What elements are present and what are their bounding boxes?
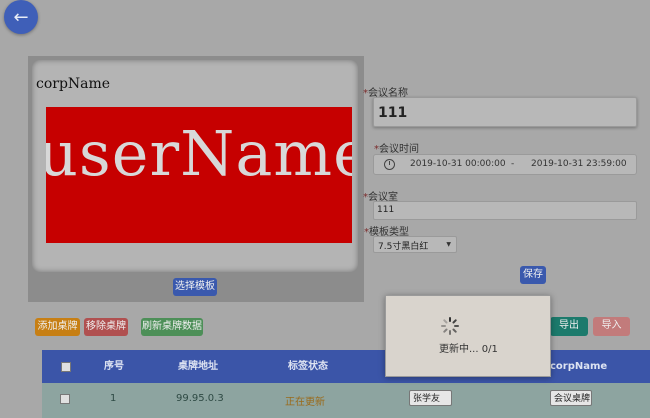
table-header: 序号 桌牌地址 标签状态 corpName	[42, 350, 650, 383]
badge-preview: corpName userName	[32, 60, 358, 272]
row-checkbox[interactable]	[60, 394, 70, 404]
header-index: 序号	[104, 361, 124, 372]
badge-preview-panel: corpName userName 选择模板	[28, 56, 364, 302]
template-type-select[interactable]: 7.5寸黑白红 ▼	[373, 236, 457, 253]
export-button[interactable]: 导出	[550, 317, 588, 336]
end-time[interactable]: 2019-10-31 23:59:00	[531, 159, 627, 169]
range-separator: -	[511, 159, 515, 169]
row-address: 99.95.0.3	[176, 393, 224, 404]
meeting-time-range-picker[interactable]: 2019-10-31 00:00:00 - 2019-10-31 23:59:0…	[373, 154, 637, 175]
loading-spinner-icon	[441, 317, 459, 335]
back-button[interactable]: ←	[4, 0, 38, 34]
row-corp-name-input[interactable]: 会议桌牌	[550, 390, 592, 406]
header-tag-status: 标签状态	[288, 361, 328, 372]
meeting-room-input[interactable]: 111	[373, 201, 637, 220]
loading-text: 更新中... 0/1	[439, 344, 498, 355]
refresh-badge-data-button[interactable]: 刷新桌牌数据	[141, 318, 203, 336]
table-row[interactable]: 1 99.95.0.3 正在更新 张学友 会议桌牌	[42, 383, 650, 418]
arrow-left-icon: ←	[13, 6, 29, 28]
remove-badge-button[interactable]: 移除桌牌	[84, 318, 128, 336]
start-time[interactable]: 2019-10-31 00:00:00	[410, 159, 506, 169]
save-button[interactable]: 保存	[520, 266, 546, 284]
add-badge-button[interactable]: 添加桌牌	[35, 318, 80, 336]
preview-corp-name: corpName	[36, 76, 111, 92]
select-all-checkbox[interactable]	[61, 362, 71, 372]
preview-user-name: userName	[46, 117, 352, 190]
meeting-time-label: *会议时间	[374, 144, 419, 155]
header-address: 桌牌地址	[178, 361, 218, 372]
import-button[interactable]: 导入	[593, 317, 630, 336]
row-index: 1	[110, 393, 117, 404]
caret-down-icon: ▼	[446, 241, 451, 248]
page: ← corpName userName 选择模板 *会议名称 111 *会议时间…	[0, 0, 650, 418]
row-status: 正在更新	[285, 397, 325, 408]
row-user-name-input[interactable]: 张学友	[409, 390, 452, 406]
meeting-name-input[interactable]: 111	[373, 97, 637, 127]
header-corp-name: corpName	[550, 361, 608, 372]
clock-icon	[384, 159, 395, 170]
loading-dialog: 更新中... 0/1	[385, 295, 551, 377]
select-template-button[interactable]: 选择模板	[173, 278, 217, 296]
preview-name-area: userName	[46, 107, 352, 243]
